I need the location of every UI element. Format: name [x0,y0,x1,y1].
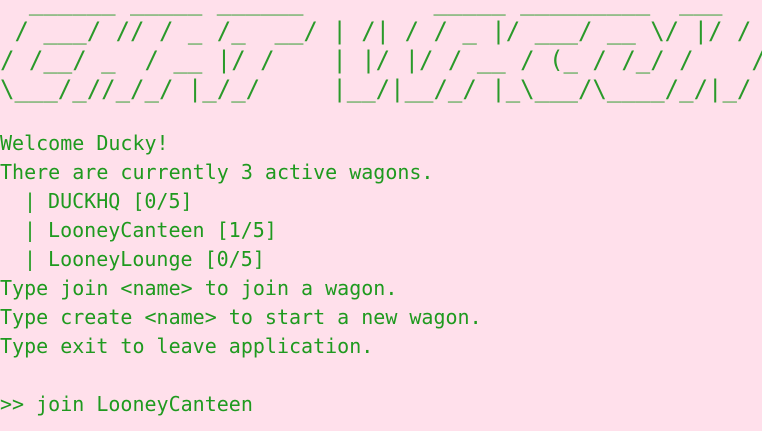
terminal-window: ______ _____ ______ _____ _________ ___ … [0,0,762,431]
ascii-banner-logo: ______ _____ ______ _____ _________ ___ … [0,0,762,103]
wagon-list-item: | LooneyCanteen [1/5] [0,216,762,245]
welcome-message: Welcome Ducky! [0,131,169,155]
wagon-bar: | [24,189,37,213]
command-prompt-line[interactable]: >> [0,390,762,419]
wagon-list: | DUCKHQ [0/5] | LooneyCanteen [1/5] | Loon… [0,187,762,274]
wagon-name: DUCKHQ [48,189,121,213]
wagon-name: LooneyLounge [48,247,193,271]
wagon-list-item: | LooneyLounge [0/5] [0,245,762,274]
wagon-bar: | [24,247,37,271]
command-input[interactable] [36,390,637,419]
prompt-symbol: >> [0,392,25,416]
instruction-join: Type join <name> to join a wagon. [0,276,398,300]
active-wagons-status: There are currently 3 active wagons. [0,160,434,184]
terminal-output: Welcome Ducky! There are currently 3 act… [0,129,762,419]
wagon-occupancy: [0/5] [204,247,265,271]
wagon-bar: | [24,218,37,242]
wagon-name: LooneyCanteen [48,218,205,242]
wagon-occupancy: [1/5] [216,218,277,242]
wagon-occupancy: [0/5] [132,189,193,213]
instruction-exit: Type exit to leave application. [0,334,374,358]
instruction-create: Type create <name> to start a new wagon. [0,305,482,329]
wagon-list-item: | DUCKHQ [0/5] [0,187,762,216]
